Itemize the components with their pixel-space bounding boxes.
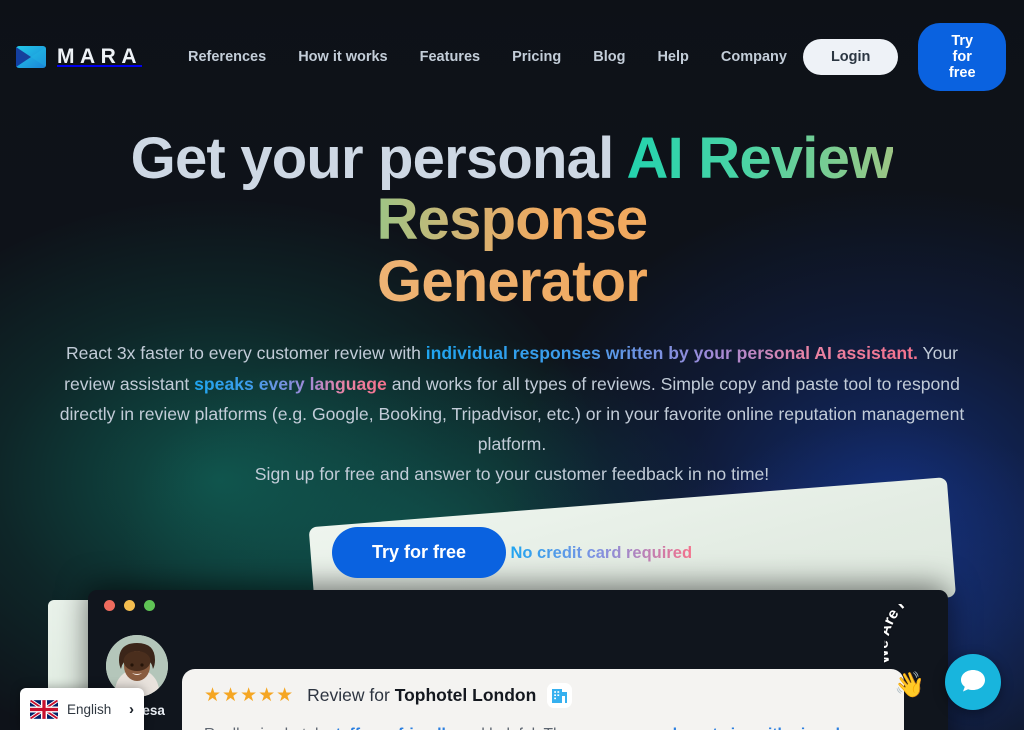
hero-section: Get your personal AI Review Response Gen…	[0, 128, 1024, 578]
nav-item-help[interactable]: Help	[641, 41, 704, 73]
hotel-building-icon	[549, 685, 571, 706]
login-button[interactable]: Login	[802, 39, 899, 75]
review-card: ★★★★★ Review for Tophotel London	[182, 669, 904, 730]
nav-item-company[interactable]: Company	[705, 41, 803, 73]
review-highlight-1: staff was friendly	[327, 726, 454, 730]
landing-page: MARA References How it works Features Pr…	[0, 0, 1024, 730]
subcopy-text-1: React 3x faster to every customer review…	[65, 343, 426, 364]
chevron-right-icon: ›	[129, 700, 134, 718]
review-title-prefix: Review for	[307, 685, 395, 705]
nav-item-blog[interactable]: Blog	[577, 41, 641, 73]
review-business-name: Tophotel London	[394, 685, 537, 705]
review-card-header: ★★★★★ Review for Tophotel London	[204, 685, 882, 706]
chat-bubble-icon	[958, 665, 988, 700]
subcopy-highlight-1: individual responses written by your per…	[425, 343, 918, 364]
language-selector[interactable]: English ›	[20, 688, 144, 730]
nav-item-references[interactable]: References	[172, 41, 282, 73]
product-mockup-window: Theresa ★★★★★ Review for Tophotel London	[88, 590, 948, 730]
chat-bubble-button[interactable]	[945, 654, 1001, 710]
nav-item-pricing[interactable]: Pricing	[496, 41, 577, 73]
chat-widget: We Are Here! 👋	[884, 604, 1008, 716]
site-header: MARA References How it works Features Pr…	[0, 0, 1024, 114]
window-minimize-dot-icon[interactable]	[124, 600, 135, 611]
review-text-a: Really nice hotel,	[204, 726, 327, 730]
nav-item-how-it-works[interactable]: How it works	[282, 41, 403, 73]
hero-cta-group: Try for free No credit card required	[20, 522, 1004, 578]
review-text-c: and helpful. The	[454, 726, 574, 730]
mockup-body: Theresa ★★★★★ Review for Tophotel London	[88, 621, 948, 730]
mockup-titlebar	[88, 590, 948, 621]
mara-butterfly-logo-icon	[16, 42, 46, 72]
waving-hand-icon: 👋	[894, 671, 926, 699]
hero-subcopy: React 3x faster to every customer review…	[39, 338, 985, 489]
uk-flag-icon	[30, 699, 58, 719]
star-rating-icon: ★★★★★	[204, 685, 295, 706]
brand-name: MARA	[57, 45, 142, 68]
review-body-text: Really nice hotel, staff was friendly an…	[204, 723, 882, 730]
review-title: Review for Tophotel London	[307, 685, 536, 706]
brand-logo-link[interactable]: MARA	[16, 42, 142, 72]
language-selector-label: English	[67, 701, 112, 717]
subcopy-text-4: Sign up for free and answer to your cust…	[254, 464, 770, 485]
no-credit-card-note: No credit card required	[510, 543, 693, 562]
main-nav: References How it works Features Pricing…	[172, 41, 803, 73]
header-try-for-free-button[interactable]: Try for free	[918, 23, 1006, 91]
header-actions: Login Try for free	[802, 23, 1006, 91]
page-title: Get your personal AI Review Response Gen…	[32, 126, 992, 314]
window-close-dot-icon[interactable]	[104, 600, 115, 611]
headline-part-1: Get your personal	[130, 126, 627, 191]
nav-item-features[interactable]: Features	[404, 41, 496, 73]
window-maximize-dot-icon[interactable]	[144, 600, 155, 611]
svg-text:We Are Here!: We Are Here!	[884, 604, 937, 665]
subcopy-highlight-2: speaks every language	[194, 373, 387, 394]
headline-part-3: Generator	[377, 248, 648, 314]
hero-try-for-free-button[interactable]: Try for free	[331, 526, 507, 578]
